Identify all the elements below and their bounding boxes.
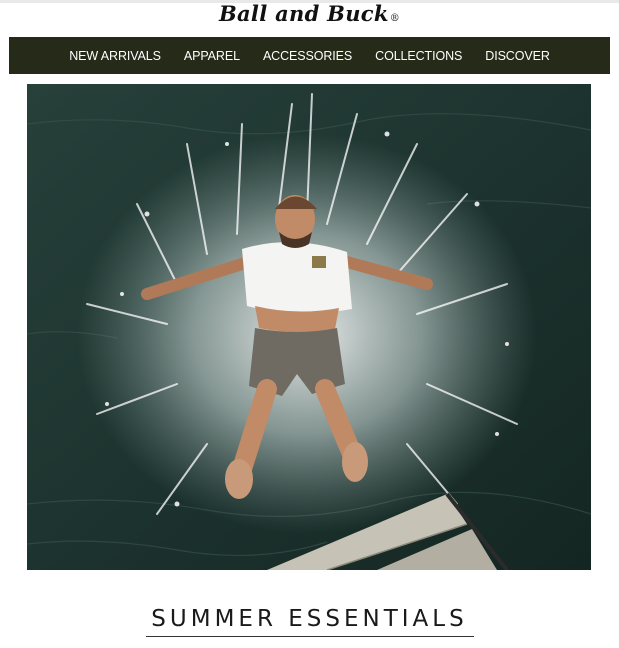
brand-logo[interactable]: Ball and Buck® xyxy=(0,0,619,30)
nav-item-apparel[interactable]: APPAREL xyxy=(184,49,240,63)
section-heading: SUMMER ESSENTIALS xyxy=(151,606,468,632)
nav-item-collections[interactable]: COLLECTIONS xyxy=(375,49,462,63)
nav-item-accessories[interactable]: ACCESSORIES xyxy=(263,49,352,63)
nav-item-discover[interactable]: DISCOVER xyxy=(485,49,550,63)
main-nav: NEW ARRIVALS APPAREL ACCESSORIES COLLECT… xyxy=(9,37,610,74)
logo-text: Ball and Buck xyxy=(218,1,389,26)
nav-item-new-arrivals[interactable]: NEW ARRIVALS xyxy=(69,49,161,63)
heading-underline xyxy=(146,636,474,637)
registered-mark: ® xyxy=(389,13,401,24)
hero-image[interactable] xyxy=(27,84,591,570)
email-page: Ball and Buck® NEW ARRIVALS APPAREL ACCE… xyxy=(0,0,619,648)
